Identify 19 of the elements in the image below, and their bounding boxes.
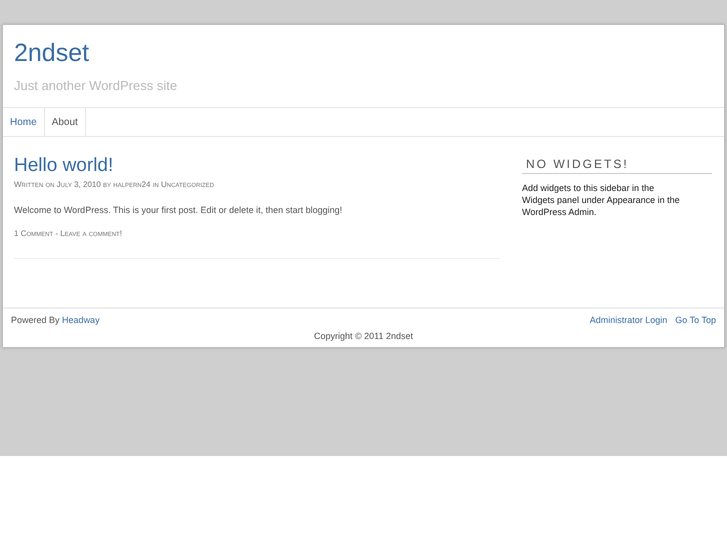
post-meta: 1 Comment - Leave a comment!	[14, 229, 123, 238]
footer-link[interactable]: Go To Top	[675, 315, 716, 325]
leave-comment-link[interactable]: Leave a comment!	[60, 229, 122, 238]
nav-tab[interactable]: About	[44, 108, 86, 136]
category-link[interactable]: Uncategorized	[160, 180, 214, 189]
footer-link[interactable]: Administrator Login	[590, 315, 668, 325]
copyright-text: Copyright © 2011 2ndset	[312, 331, 414, 341]
widget-heading: NO WIDGETS!	[522, 157, 712, 174]
site-title[interactable]: 2ndset	[14, 39, 713, 68]
post-title[interactable]: Hello world!	[14, 155, 114, 177]
widget-text: Add widgets to this sidebar in the Widgets panel under Appearance in the WordPress Admin.	[522, 182, 681, 218]
headway-link[interactable]: Headway	[62, 315, 100, 325]
powered-by-text: Powered By Headway	[11, 315, 100, 325]
widgets-panel-link[interactable]: Widgets panel	[522, 195, 580, 205]
nav-tab[interactable]: Home	[3, 108, 45, 136]
post-body: Welcome to WordPress. This is your first post. Edit or delete it, then start blogging!	[14, 205, 344, 215]
author-link[interactable]: halpern24	[113, 180, 151, 189]
post-byline: Written on July 3, 2010 by halpern24 in Uncategorized	[14, 180, 215, 189]
site-tagline: Just another WordPress site	[14, 78, 178, 93]
